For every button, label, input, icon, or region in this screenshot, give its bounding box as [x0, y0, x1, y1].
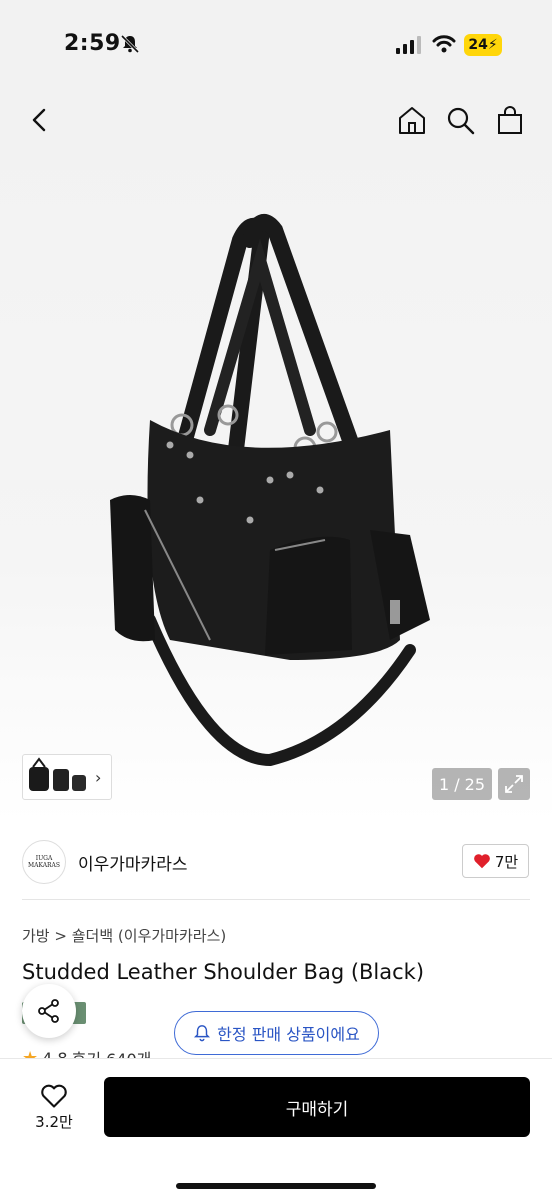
breadcrumb: 가방 > 숄더백 (이우가마카라스)	[22, 925, 226, 946]
battery-level: 24	[468, 37, 488, 53]
brand-like-count: 7만	[494, 852, 519, 871]
chevron-right-icon[interactable]: ›	[95, 768, 101, 787]
buy-button[interactable]: 구매하기	[104, 1077, 530, 1137]
expand-button[interactable]	[498, 768, 530, 800]
brand-logo[interactable]: IUGA MAKARAS	[22, 840, 66, 884]
heart-filled-icon	[473, 854, 490, 869]
brand-name[interactable]: 이우가마카라스	[78, 850, 187, 875]
divider	[22, 899, 530, 900]
charging-icon: ⚡	[487, 37, 498, 53]
heart-outline-icon	[41, 1084, 67, 1108]
cellular-signal-icon	[396, 36, 421, 54]
product-image-bag	[110, 214, 430, 767]
breadcrumb-separator: >	[54, 927, 67, 945]
share-icon	[38, 999, 59, 1023]
status-time: 2:59	[64, 31, 121, 56]
cart-icon[interactable]	[494, 104, 526, 136]
brand-like-button[interactable]: 7만	[462, 844, 529, 878]
battery-indicator: 24 ⚡	[464, 34, 502, 56]
image-counter: 1 / 25	[432, 768, 492, 800]
breadcrumb-subcategory[interactable]: 숄더백 (이우가마카라스)	[72, 927, 226, 945]
back-icon[interactable]	[24, 104, 56, 136]
search-icon[interactable]	[444, 104, 476, 136]
bottom-action-bar: 3.2만 구매하기	[0, 1058, 552, 1200]
thumbnail-strip[interactable]: ›	[22, 754, 112, 800]
limited-sale-text: 한정 판매 상품이에요	[217, 1025, 360, 1044]
wishlist-count: 3.2만	[35, 1112, 73, 1131]
home-icon[interactable]	[396, 104, 428, 136]
bell-off-icon	[120, 34, 140, 54]
bell-icon	[194, 1025, 211, 1042]
status-bar: 2:59 24 ⚡	[0, 0, 552, 90]
brand-logo-line2: MAKARAS	[27, 862, 60, 869]
product-gallery[interactable]: › 1 / 25	[0, 90, 552, 822]
brand-row[interactable]: IUGA MAKARAS 이우가마카라스 7만	[0, 822, 552, 900]
wifi-icon	[432, 35, 456, 53]
home-indicator[interactable]	[176, 1183, 376, 1189]
brand-logo-line1: IUGA	[35, 855, 53, 862]
thumbnail-images[interactable]	[27, 757, 89, 797]
wishlist-button[interactable]: 3.2만	[22, 1077, 86, 1137]
expand-icon	[505, 775, 523, 793]
share-button[interactable]	[22, 984, 76, 1038]
product-title: Studded Leather Shoulder Bag (Black)	[22, 960, 425, 984]
limited-sale-badge[interactable]: 한정 판매 상품이에요	[174, 1011, 379, 1055]
breadcrumb-category[interactable]: 가방	[22, 927, 50, 945]
